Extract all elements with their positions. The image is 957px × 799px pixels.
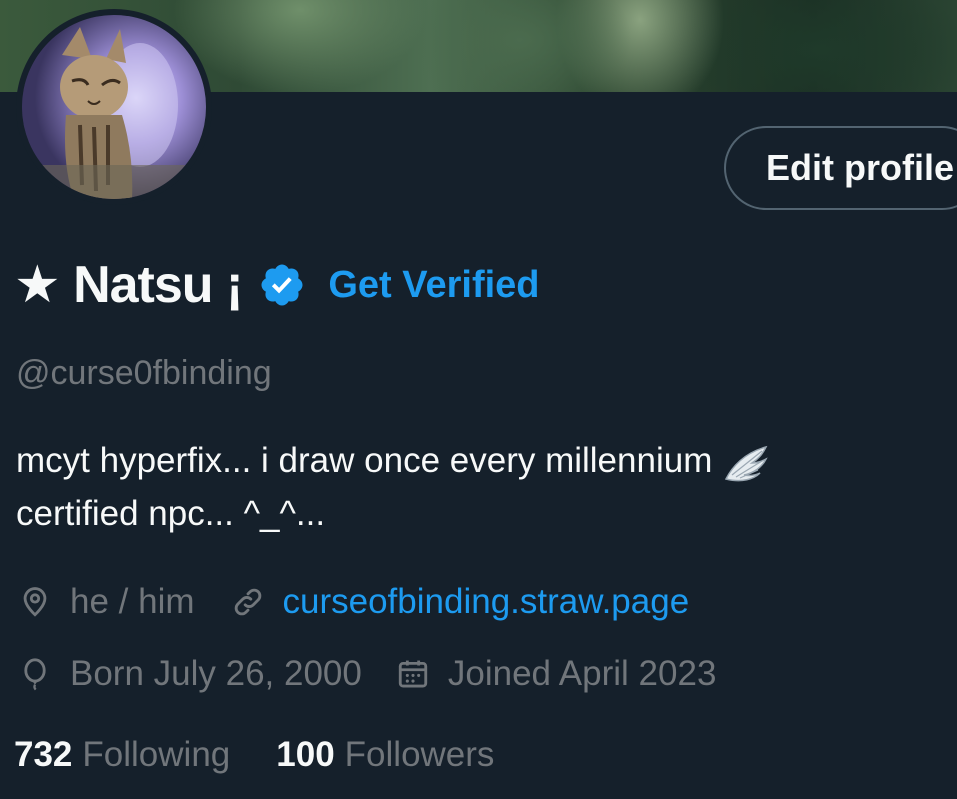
bio: mcyt hyperfix... i draw once every mille… [16, 434, 936, 540]
display-name: ★ Natsu ¡ [14, 256, 243, 314]
get-verified-link[interactable]: Get Verified [328, 264, 539, 307]
pronouns-text: he / him [70, 582, 195, 621]
followers-count: 100 [276, 735, 335, 774]
profile-meta-row-2: Born July 26, 2000 Joined April 2023 [18, 650, 716, 698]
user-handle: @curse0fbinding [16, 354, 272, 392]
following-count: 732 [14, 735, 73, 774]
location-pin-icon [23, 587, 47, 617]
verified-badge-icon[interactable] [258, 261, 306, 309]
avatar-image [22, 15, 206, 199]
following-label: Following [82, 735, 231, 774]
name-row: ★ Natsu ¡ Get Verified [14, 250, 540, 320]
joined-item: Joined April 2023 [396, 654, 717, 694]
pronouns-item: he / him [18, 582, 195, 622]
joined-text: Joined April 2023 [447, 654, 717, 693]
wing-emoji-icon [725, 445, 769, 482]
link-icon [234, 588, 261, 616]
bio-line-1: mcyt hyperfix... i draw once every mille… [16, 434, 936, 487]
website-link[interactable]: curseofbinding.straw.page [283, 582, 690, 622]
followers-link[interactable]: 100 Followers [276, 735, 494, 775]
birthday-item: Born July 26, 2000 [18, 654, 362, 694]
calendar-icon [398, 660, 428, 688]
profile-meta-row-1: he / him curseofbinding.straw.page [18, 578, 689, 626]
follow-stats: 732 Following 100 Followers [14, 735, 494, 775]
birthday-text: Born July 26, 2000 [70, 654, 362, 693]
website-item[interactable]: curseofbinding.straw.page [231, 582, 690, 622]
edit-profile-button[interactable]: Edit profile [724, 126, 957, 210]
following-link[interactable]: 732 Following [14, 735, 230, 775]
followers-label: Followers [344, 735, 495, 774]
balloon-icon [24, 658, 46, 691]
avatar[interactable] [16, 9, 212, 205]
bio-line-2: certified npc... ^_^... [16, 494, 326, 533]
